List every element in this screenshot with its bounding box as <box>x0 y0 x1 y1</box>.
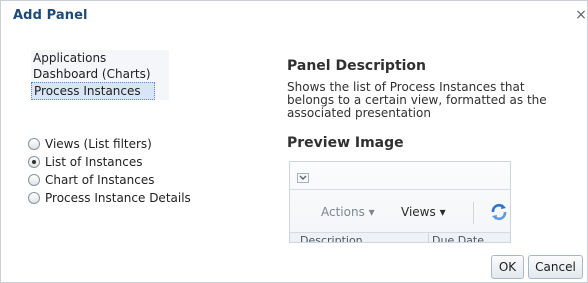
radio-option-list-of-instances[interactable]: List of Instances <box>28 153 238 171</box>
panel-item-process-instances[interactable]: Process Instances <box>31 82 155 100</box>
dialog-footer: OK Cancel <box>1 255 587 282</box>
panel-description-text: Shows the list of Process Instances that… <box>287 80 547 120</box>
preview-column-separator <box>428 233 429 242</box>
preview-image-heading: Preview Image <box>287 135 404 151</box>
radio-button-views-list-filters[interactable] <box>28 138 40 150</box>
dialog-title: Add Panel <box>13 8 88 23</box>
cancel-button[interactable]: Cancel <box>528 255 583 279</box>
radio-label-chart-of-instances: Chart of Instances <box>45 173 155 187</box>
preview-actions-menu: Actions ▾ <box>321 205 375 219</box>
view-option-radio-group: Views (List filters) List of Instances C… <box>28 135 238 207</box>
ok-button[interactable]: OK <box>491 255 524 279</box>
add-panel-dialog: Add Panel × Applications Dashboard (Char… <box>0 0 588 283</box>
radio-label-list-of-instances: List of Instances <box>45 155 143 169</box>
radio-option-views-list-filters[interactable]: Views (List filters) <box>28 135 238 153</box>
radio-option-process-instance-details[interactable]: Process Instance Details <box>28 189 238 207</box>
preview-separator <box>290 189 510 190</box>
preview-actions-label: Actions <box>321 205 365 219</box>
preview-column-description: Description <box>300 234 363 243</box>
radio-button-list-of-instances[interactable] <box>28 156 40 168</box>
panel-item-applications[interactable]: Applications <box>31 50 169 66</box>
chevron-down-icon: ▾ <box>439 205 446 219</box>
panel-item-dashboard-charts[interactable]: Dashboard (Charts) <box>31 66 169 82</box>
preview-table-header: Description Due Date <box>290 232 510 243</box>
radio-label-process-instance-details: Process Instance Details <box>45 191 191 205</box>
radio-button-chart-of-instances[interactable] <box>28 174 40 186</box>
refresh-icon <box>491 203 507 221</box>
panel-type-list: Applications Dashboard (Charts) Process … <box>31 50 169 100</box>
preview-image: Actions ▾ Views ▾ Description Due Date <box>289 161 511 243</box>
dialog-titlebar: Add Panel × <box>1 1 587 31</box>
radio-label-views-list-filters: Views (List filters) <box>45 137 152 151</box>
preview-views-menu: Views ▾ <box>401 205 446 219</box>
panel-description-heading: Panel Description <box>287 58 427 74</box>
preview-toolbar-divider <box>473 202 474 224</box>
chevron-down-icon <box>297 173 309 183</box>
radio-button-process-instance-details[interactable] <box>28 192 40 204</box>
chevron-down-icon: ▾ <box>368 205 375 219</box>
close-button[interactable]: × <box>575 7 587 23</box>
preview-column-due-date: Due Date <box>432 234 484 243</box>
preview-views-label: Views <box>401 205 436 219</box>
radio-option-chart-of-instances[interactable]: Chart of Instances <box>28 171 238 189</box>
